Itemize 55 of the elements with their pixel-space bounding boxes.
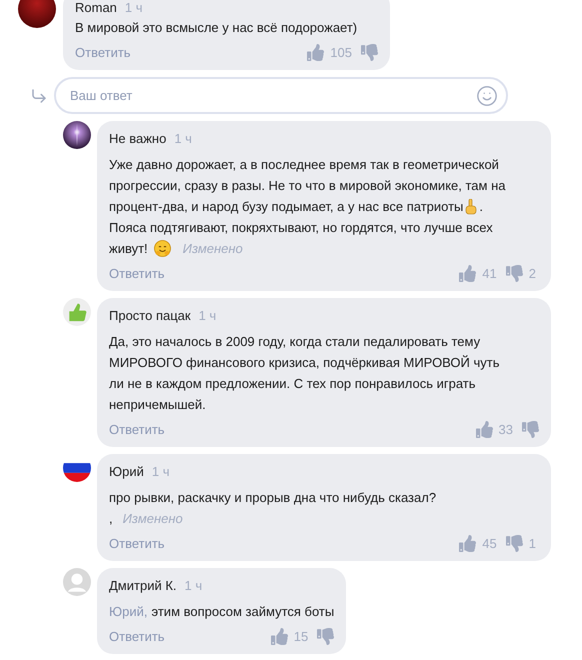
like-count: 41 [482, 266, 497, 280]
dislike-count: 1 [528, 536, 536, 550]
reply-link[interactable]: Ответить [109, 422, 165, 436]
reply-link[interactable]: Ответить [75, 44, 131, 60]
reply-arrow-icon [30, 86, 48, 104]
author-name: Дмитрий К. [109, 578, 177, 593]
like-icon[interactable] [270, 628, 288, 644]
comment-text: ли не в каждом предложении. С тех пор понравилось играть [109, 376, 476, 391]
comment-time: 1 ч [198, 308, 216, 323]
comment-time: 1 ч [184, 578, 202, 593]
like-icon[interactable] [307, 44, 324, 60]
dislike-icon[interactable] [317, 628, 334, 644]
like-count: 105 [330, 44, 352, 60]
comment-text: прогрессии, сразу в разы. Не то что в мировой экономике, там на [109, 178, 506, 193]
dislike-count: 2 [528, 266, 536, 280]
dislike-icon[interactable] [522, 420, 539, 438]
comment-text: этим вопросом займутся боты [152, 604, 334, 619]
reply-link[interactable]: Ответить [109, 536, 165, 550]
like-count: 15 [294, 628, 308, 644]
hugging-face-icon [154, 240, 171, 257]
edited-label: Изменено [182, 241, 243, 256]
comment-text: процент-два, и народ бузу подымает, а у нас все патриоты [109, 199, 464, 214]
comment-text: В мировой это всмысле у нас всё подорожает) [75, 20, 358, 35]
emoji-icon[interactable] [476, 84, 498, 106]
reply-link[interactable]: Ответить [109, 628, 165, 644]
comment-text: Пояса подтягивают, покряхтывают, но гордятся, что лучше всех [109, 220, 493, 235]
author-name: Юрий [109, 464, 144, 479]
pointing-hand-icon [465, 198, 478, 214]
comment-text: Уже давно дорожает, а в последнее время так в геометрической [109, 157, 499, 172]
comment-text: живут! [109, 241, 148, 256]
comment-text: , [109, 511, 113, 526]
comment-text: непричемышей. [109, 397, 206, 412]
edited-label: Изменено [122, 511, 183, 526]
reply-field[interactable]: Ваш ответ [54, 77, 508, 114]
comment-time: 1 ч [174, 131, 192, 146]
reply-link[interactable]: Ответить [109, 266, 165, 280]
author-name: Не важно [109, 131, 166, 146]
comment-text: МИРОВОГО финансового кризиса, подчёркивая МИРОВОЙ чуть [109, 355, 500, 370]
addressee-link[interactable]: Юрий, [109, 604, 148, 619]
comment-text: . [479, 199, 484, 214]
comment-text: про рывки, раскачку и прорыв дна что нибудь сказал? [109, 490, 436, 505]
like-count: 33 [498, 422, 513, 436]
like-icon[interactable] [476, 420, 493, 438]
comment-time: 1 ч [124, 0, 143, 15]
comment-text: Да, это началось в 2009 году, когда стали педалировать тему [109, 334, 480, 349]
author-name: Roman [75, 0, 117, 15]
dislike-icon[interactable] [506, 264, 523, 282]
author-name: Просто пацак [109, 308, 191, 323]
comment-time: 1 ч [152, 464, 170, 479]
like-icon[interactable] [459, 534, 476, 552]
like-count: 45 [482, 536, 497, 550]
dislike-icon[interactable] [361, 44, 378, 60]
dislike-icon[interactable] [506, 534, 523, 552]
reply-input[interactable]: Ваш ответ [56, 79, 476, 112]
like-icon[interactable] [459, 264, 476, 282]
